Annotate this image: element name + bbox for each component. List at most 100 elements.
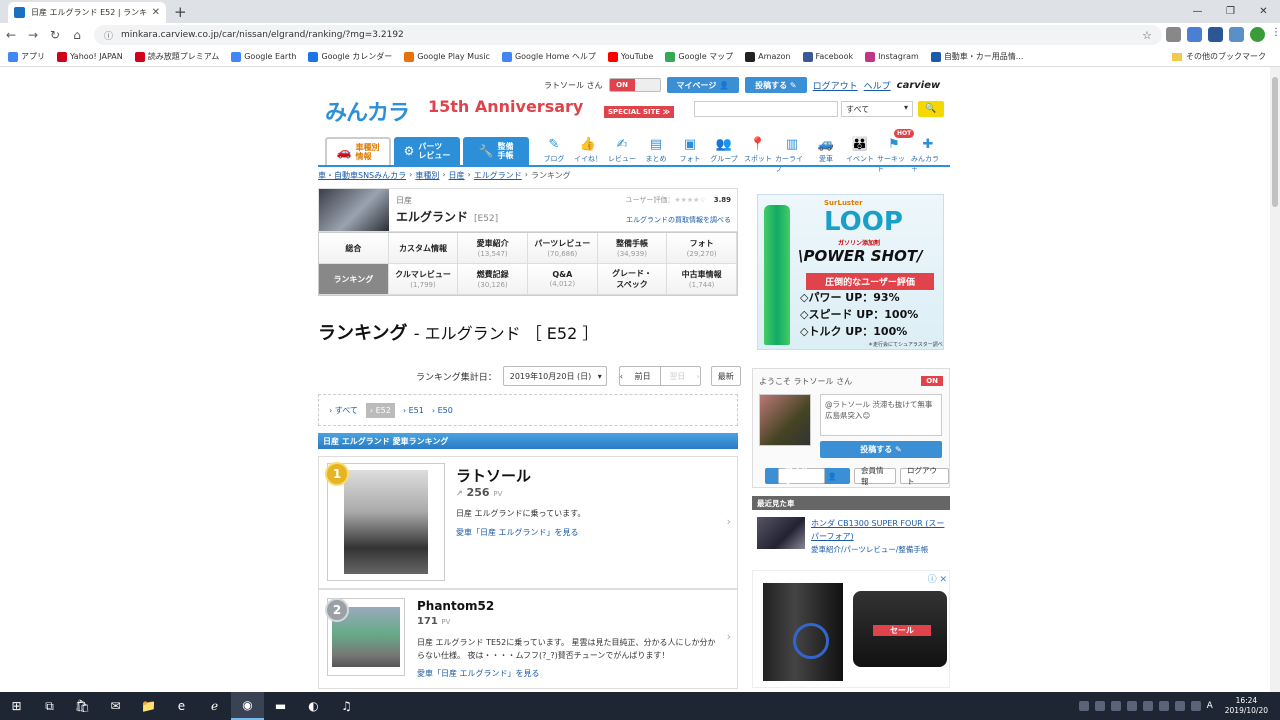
main-nav-tab[interactable]: ⚙ パーツ レビュー (394, 137, 460, 165)
breadcrumb-item[interactable]: 車・自動車SNSみんカラ (318, 170, 406, 181)
volume-icon[interactable] (1190, 701, 1201, 711)
bookmark-item[interactable]: Google マップ (665, 51, 733, 62)
bookmark-item[interactable]: Google Home ヘルプ (501, 51, 596, 62)
minkara-logo[interactable]: みんカラ (325, 95, 410, 127)
tray-icon[interactable] (1126, 701, 1137, 711)
task-view-icon[interactable]: ⧉ (33, 692, 66, 720)
bookmark-item[interactable]: 自動車・カー用品情... (930, 51, 1023, 62)
ime-icon[interactable]: A (1207, 701, 1213, 711)
close-tab-icon[interactable]: ✕ (152, 7, 160, 18)
tray-icon[interactable] (1078, 701, 1089, 711)
sub-nav-item[interactable]: 👍 イイね！ (571, 137, 605, 174)
loop-ad-banner[interactable]: SurLuster LOOP ガソリン添加剤 \POWER SHOT/ 圧倒的な… (757, 194, 944, 350)
buy-info-link[interactable]: エルグランドの買取情報を調べる (626, 215, 731, 225)
ie-icon[interactable]: ℯ (198, 692, 231, 720)
generation-tab[interactable]: › E50 (432, 406, 453, 415)
category-tab[interactable]: クルマレビュー (1,799) (388, 264, 459, 295)
sub-nav-item[interactable]: ▥ カーライフ (775, 137, 809, 174)
bookmark-item[interactable]: Facebook (802, 51, 853, 62)
status-toggle[interactable]: ON (608, 78, 661, 92)
windows-start-icon[interactable]: ⊞ (0, 692, 33, 720)
file-explorer-icon[interactable]: 📁 (132, 692, 165, 720)
ranking-car-link[interactable]: 愛車「日産 エルグランド」を見る (456, 527, 579, 538)
sub-nav-item[interactable]: ✚ みんカラ＋ (911, 137, 945, 174)
bookmark-item[interactable]: Google カレンダー (308, 51, 392, 62)
mail-icon[interactable]: ✉ (99, 692, 132, 720)
search-scope-select[interactable]: すべて (841, 101, 913, 117)
category-tab[interactable]: グレード・ スペック (597, 264, 668, 295)
ranking-item[interactable]: 1 ラトソール ↗ 256 PV 日産 エルグランドに乗っています。 愛車「日産… (318, 456, 738, 589)
extension-icon[interactable] (1208, 27, 1223, 42)
avatar[interactable] (759, 394, 811, 446)
main-nav-tab[interactable]: 🔧 整備 手帳 (463, 137, 529, 165)
tray-icon[interactable] (1158, 701, 1169, 711)
category-tab[interactable]: パーツレビュー (70,686) (527, 233, 598, 264)
search-button[interactable]: 🔍 (918, 101, 944, 117)
tray-icon[interactable] (1094, 701, 1105, 711)
category-tab[interactable]: 愛車紹介 (13,547) (458, 233, 528, 264)
sub-nav-item[interactable]: ✎ ブログ (537, 137, 571, 174)
sub-nav-item[interactable]: 🚙 愛車 (809, 137, 843, 174)
bookmark-item[interactable]: Amazon (745, 51, 791, 62)
sub-nav-item[interactable]: ⚑ サーキット (877, 137, 911, 174)
ad-choices-icon[interactable]: ⓘ ✕ (928, 572, 947, 585)
logout-link[interactable]: ログアウト (813, 79, 858, 92)
page-scrollbar[interactable] (1270, 67, 1280, 692)
other-bookmarks[interactable]: その他のブックマーク (1172, 51, 1266, 62)
maximize-icon[interactable]: ❐ (1214, 0, 1247, 22)
category-tab[interactable]: Q&A (4,012) (527, 264, 598, 295)
date-select[interactable]: 2019年10月20日 (日) (502, 366, 607, 386)
ranking-user-name[interactable]: Phantom52 (417, 599, 494, 613)
extension-icon[interactable] (1229, 27, 1244, 42)
post-button[interactable]: 投稿する ✎ (745, 77, 807, 93)
bookmark-item[interactable]: Google Play Music (404, 51, 490, 62)
breadcrumb-item[interactable]: エルグランド (474, 170, 522, 181)
bookmark-item[interactable]: 読み放題プレミアム (134, 51, 219, 62)
bookmark-item[interactable]: Google Earth (231, 51, 296, 62)
sub-nav-item[interactable]: 📍 スポット (741, 137, 775, 174)
chrome-icon[interactable]: ◉ (231, 692, 264, 720)
close-window-icon[interactable]: ✕ (1247, 0, 1280, 22)
sub-nav-item[interactable]: 👥 グループ (707, 137, 741, 174)
reload-icon[interactable]: ↻ (44, 28, 66, 42)
ranking-user-name[interactable]: ラトソール (456, 465, 531, 486)
info-icon[interactable]: ⓘ (104, 29, 113, 42)
help-link[interactable]: ヘルプ (864, 79, 891, 92)
on-badge[interactable]: ON (921, 376, 943, 386)
bookmark-item[interactable]: YouTube (607, 51, 653, 62)
generation-tab[interactable]: › すべて (329, 405, 358, 416)
main-nav-tab[interactable]: 🚗 車種別 情報 (325, 137, 391, 165)
menu-icon[interactable]: ⋮ (1271, 27, 1280, 42)
car-thumbnail[interactable] (319, 189, 389, 231)
back-icon[interactable]: ← (0, 28, 22, 42)
recent-car-links[interactable]: 愛車紹介/パーツレビュー/整備手帳 (811, 544, 928, 555)
minimize-icon[interactable]: — (1181, 0, 1214, 22)
new-tab-icon[interactable]: + (174, 3, 187, 21)
generation-tab[interactable]: › E51 (403, 406, 424, 415)
music-icon[interactable]: ♫ (330, 692, 363, 720)
mypage-button[interactable]: マイページ 👤 (666, 77, 740, 93)
special-site-link[interactable]: SPECIAL SITE ≫ (604, 106, 674, 118)
bookmark-item[interactable]: アプリ (8, 51, 45, 62)
bookmark-star-icon[interactable]: ☆ (1142, 29, 1152, 42)
chevron-right-icon[interactable]: › (727, 515, 731, 528)
store-icon[interactable]: 🛍 (66, 692, 99, 720)
post-input[interactable]: @ラトソール 渋滞も抜けて無事広島県突入😊 (820, 394, 942, 436)
profile-avatar[interactable] (1250, 27, 1265, 42)
tray-icon[interactable] (1142, 701, 1153, 711)
generation-tab[interactable]: › E52 (365, 402, 395, 418)
mypage-button[interactable]: マイページ 👤 (765, 466, 851, 486)
category-tab[interactable]: 燃費記録 (30,126) (458, 264, 528, 295)
home-icon[interactable]: ⌂ (66, 28, 88, 42)
clock[interactable]: 16:24 2019/10/20 (1225, 696, 1268, 716)
category-tab[interactable]: 整備手帳 (34,939) (597, 233, 668, 264)
browser-tab[interactable]: 日産 エルグランド E52 | ランキング - みんカラ ✕ (8, 2, 166, 23)
member-info-button[interactable]: 会員情報 (854, 466, 897, 486)
sub-nav-item[interactable]: ✍ レビュー (605, 137, 639, 174)
bookmark-item[interactable]: Yahoo! JAPAN (57, 51, 123, 62)
forward-icon[interactable]: → (22, 28, 44, 42)
product-ad-banner[interactable]: セール ⓘ ✕ (752, 570, 950, 688)
bookmark-item[interactable]: Instagram (865, 51, 919, 62)
translate-icon[interactable] (1187, 27, 1202, 42)
chevron-right-icon[interactable]: › (727, 630, 731, 643)
